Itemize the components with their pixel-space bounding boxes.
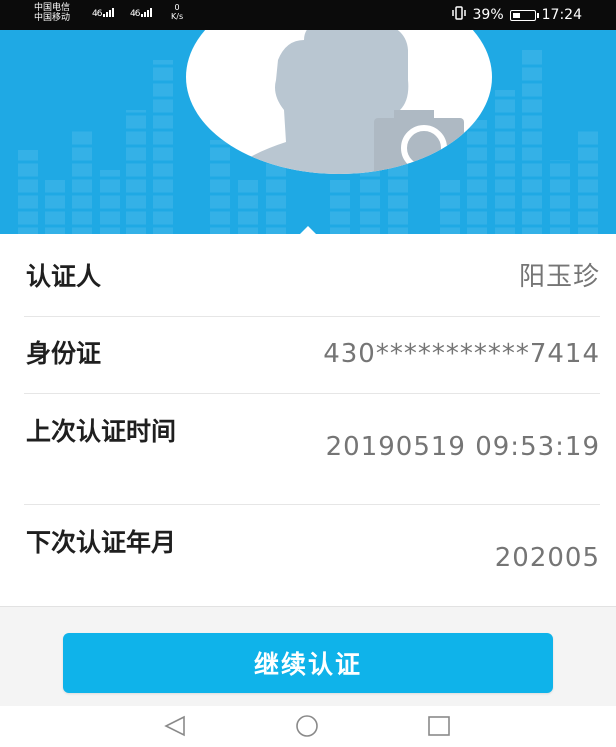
profile-header <box>0 30 616 234</box>
battery-icon <box>509 9 539 21</box>
status-right: 39% 17:24 <box>451 6 582 24</box>
home-circle-icon[interactable] <box>294 714 320 738</box>
info-list: 认证人 阳玉珍 身份证 430***********7414 上次认证时间 20… <box>0 236 616 606</box>
signal-1-label: 46 <box>92 9 103 19</box>
back-triangle-icon[interactable] <box>162 714 188 738</box>
info-label: 认证人 <box>26 262 102 291</box>
net-speed-unit: K/s <box>171 12 184 21</box>
info-label: 上次认证时间 <box>26 417 177 446</box>
info-value: 20190519 09:53:19 <box>325 432 600 462</box>
info-value: 202005 <box>494 543 600 573</box>
continue-certification-button[interactable]: 继续认证 <box>63 633 553 693</box>
camera-icon[interactable] <box>374 110 464 174</box>
carrier-2-label: 中国移动 <box>34 13 71 23</box>
net-speed: 0 K/s <box>171 3 183 21</box>
clock: 17:24 <box>541 7 582 23</box>
info-value: 阳玉珍 <box>518 262 600 292</box>
system-nav-bar <box>0 706 616 747</box>
info-row-next-certification: 下次认证年月 202005 <box>24 504 600 606</box>
info-row-last-certification: 上次认证时间 20190519 09:53:19 <box>24 393 600 505</box>
info-row-id-card: 身份证 430***********7414 <box>24 316 600 394</box>
carrier-labels: 中国电信 中国移动 <box>34 3 70 23</box>
info-label: 下次认证年月 <box>26 528 177 557</box>
signal-bars-icon <box>103 8 115 17</box>
battery-percent: 39% <box>472 7 504 23</box>
info-value: 430***********7414 <box>323 339 600 369</box>
header-notch <box>298 226 318 236</box>
signal-bars-icon <box>141 8 153 17</box>
recents-square-icon[interactable] <box>426 714 452 738</box>
info-row-certifier: 认证人 阳玉珍 <box>24 236 600 317</box>
net-speed-value: 0 <box>174 3 180 12</box>
signal-1-icon: 46 <box>92 7 117 19</box>
signal-2-icon: 46 <box>130 7 155 19</box>
vibrate-icon <box>451 6 467 24</box>
action-area: 继续认证 <box>0 606 616 707</box>
info-label: 身份证 <box>26 339 102 368</box>
status-bar: 中国电信 中国移动 46 46 0 K/s 39% 17:24 <box>0 0 616 30</box>
signal-2-label: 46 <box>130 9 141 19</box>
carrier-1-label: 中国电信 <box>34 3 71 13</box>
